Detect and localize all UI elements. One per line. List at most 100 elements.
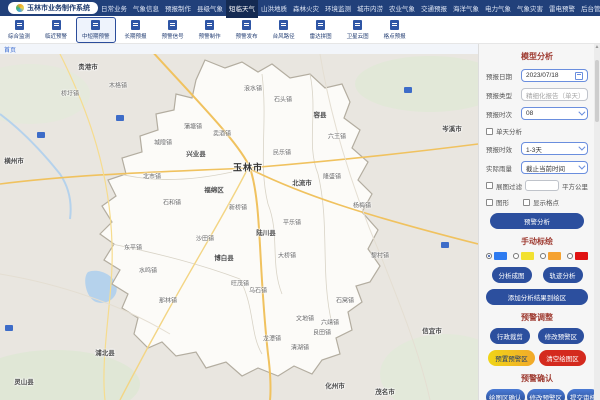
map-canvas[interactable]: 贵港市木格镇桥圩镇浪水镇石头镇容县六王镇蒲塘镇卖酒镇城隍镇兴业县民乐镇玉林市北流…: [0, 54, 478, 400]
map-town-label: 良田镇: [313, 328, 331, 337]
map-town-label: 民乐镇: [273, 148, 291, 157]
map-town-label: 蒲塘镇: [184, 122, 202, 131]
map-town-label: 那林镇: [159, 296, 177, 305]
toolbar-item-label: 预警制作: [199, 32, 221, 40]
map-county-label: 化州市: [325, 380, 345, 390]
home-link[interactable]: 首页: [4, 45, 16, 54]
area-filter-unit: 平方公里: [562, 181, 588, 191]
panel-scrollbar[interactable]: ▲: [594, 44, 600, 400]
toolbar-item[interactable]: 格点预报: [378, 17, 412, 43]
map-county-label: 浦北县: [95, 347, 115, 357]
nav-item[interactable]: 电力气象: [482, 0, 514, 18]
map-base-layer: [0, 54, 478, 400]
forecast-time-select[interactable]: 08: [521, 107, 588, 120]
nav-item[interactable]: 农业气象: [386, 0, 418, 18]
toolbar-item-label: 综合监测: [8, 32, 30, 40]
forecast-date-input[interactable]: 2023/07/18: [521, 69, 588, 82]
toolbar-item-label: 卫星云图: [347, 32, 369, 40]
map-town-label: 卖酒镇: [213, 129, 231, 138]
nav-item[interactable]: 雷电预警: [546, 0, 578, 18]
toolbar-item-label: 临近预警: [45, 32, 67, 40]
module-toolbar: 综合监测 临近预警 中短期预警 长期预报预警信号 预警制作 预警发布台风路径雷达拼图卫星云…: [0, 16, 600, 44]
toolbar-item[interactable]: 预警发布: [230, 17, 264, 43]
document-icon: [242, 20, 251, 30]
admin-clip-button[interactable]: 行政裁剪: [490, 328, 530, 344]
show-grid-checkbox[interactable]: [523, 199, 530, 206]
toolbar-item[interactable]: 台风路径: [267, 17, 301, 43]
modify-warning-area-button[interactable]: 修改预警区: [538, 328, 585, 344]
nav-item[interactable]: 海洋气象: [450, 0, 482, 18]
nav-item[interactable]: 环境监测: [322, 0, 354, 18]
show-grid-label: 显示格点: [533, 197, 559, 207]
draw-color-radio[interactable]: [540, 252, 561, 260]
preset-warning-button[interactable]: 预置预警区: [488, 350, 535, 366]
map-town-label: 乌石镇: [249, 286, 267, 295]
nav-item[interactable]: 后台管理: [578, 0, 600, 18]
nav-item[interactable]: 县级气象: [194, 0, 226, 18]
map-county-label: 灵山县: [14, 376, 34, 386]
toolbar-item-label: 中短期预警: [82, 32, 110, 40]
color-swatch: [494, 252, 507, 260]
analyze-button[interactable]: 预警分析: [490, 213, 584, 229]
nav-item[interactable]: 预报制作: [162, 0, 194, 18]
nav-item[interactable]: 气象灾害: [514, 0, 546, 18]
draw-color-options: [486, 252, 588, 260]
map-town-label: 六王镇: [328, 132, 346, 141]
scrollbar-thumb[interactable]: [595, 60, 599, 122]
nav-item[interactable]: 日常业务: [98, 0, 130, 18]
area-filter-input[interactable]: [525, 180, 559, 191]
document-icon: [390, 20, 399, 30]
nav-item[interactable]: 山洪地质: [258, 0, 290, 18]
map-town-label: 城隍镇: [154, 138, 172, 147]
nav-item[interactable]: 短临天气: [226, 0, 258, 18]
nav-item[interactable]: 城市内涝: [354, 0, 386, 18]
panel-title: 模型分析: [486, 51, 588, 62]
toolbar-item[interactable]: 预警信号: [156, 17, 190, 43]
top-nav-items: 日常业务气象信息预报制作县级气象短临天气山洪地质森林火灾环境监测城市内涝农业气象…: [98, 0, 600, 18]
chevron-down-icon: [578, 144, 585, 151]
map-county-label: 博白县: [214, 252, 234, 262]
warning-adjust-buttons: 行政裁剪修改预警区: [486, 328, 588, 344]
map-town-label: 石头镇: [274, 95, 292, 104]
toolbar-item[interactable]: 临近预警: [39, 17, 73, 43]
toolbar-item[interactable]: 预警制作: [193, 17, 227, 43]
top-navbar: 玉林市业务制作系统 日常业务气象信息预报制作县级气象短临天气山洪地质森林火灾环境…: [0, 0, 600, 16]
clear-canvas-button[interactable]: 清空绘图区: [539, 350, 586, 366]
terrain-patch: [0, 350, 140, 400]
toolbar-item[interactable]: 综合监测: [2, 17, 36, 43]
nav-item[interactable]: 森林火灾: [290, 0, 322, 18]
toolbar-item[interactable]: 卫星云图: [341, 17, 375, 43]
calendar-icon[interactable]: [575, 72, 583, 80]
map-town-label: 杨梅镇: [353, 201, 371, 210]
toolbar-item[interactable]: 雷达拼图: [304, 17, 338, 43]
map-town-label: 隆盛镇: [323, 172, 341, 181]
map-town-label: 新桥镇: [229, 203, 247, 212]
canvas-confirm-button[interactable]: 绘图区确认: [486, 389, 525, 400]
area-filter-checkbox[interactable]: [486, 182, 493, 189]
nav-item[interactable]: 交通预报: [418, 0, 450, 18]
modify-warning-area-button[interactable]: 修改预警区: [527, 389, 566, 400]
rainfall-select[interactable]: 截止当前时间: [521, 161, 588, 174]
single-day-checkbox[interactable]: [486, 128, 493, 135]
toolbar-item-label: 预警信号: [162, 32, 184, 40]
map-county-label: 容县: [314, 109, 327, 119]
draw-color-radio[interactable]: [513, 252, 534, 260]
analysis-to-image-button[interactable]: 分析成图: [492, 267, 532, 283]
toolbar-item[interactable]: 长期预报: [119, 17, 153, 43]
radio-icon: [567, 253, 573, 259]
map-county-label: 陆川县: [256, 227, 276, 237]
map-town-label: 桥圩镇: [61, 89, 79, 98]
radio-icon: [486, 253, 492, 259]
add-result-button[interactable]: 添加分析结果到绘区: [486, 289, 588, 305]
map-town-label: 平乐镇: [283, 218, 301, 227]
forecast-date-label: 预报日期: [486, 71, 518, 81]
forecast-period-select[interactable]: 1-3天: [521, 142, 588, 155]
toolbar-item[interactable]: 中短期预警: [76, 17, 116, 43]
draw-color-radio[interactable]: [567, 252, 588, 260]
nav-item[interactable]: 气象信息: [130, 0, 162, 18]
draw-color-radio[interactable]: [486, 252, 507, 260]
forecast-type-input[interactable]: 精细化报告（单天）: [521, 88, 588, 101]
scroll-up-arrow[interactable]: ▲: [594, 44, 600, 51]
trajectory-analysis-button[interactable]: 轨迹分析: [543, 267, 583, 283]
graphic-checkbox[interactable]: [486, 199, 493, 206]
